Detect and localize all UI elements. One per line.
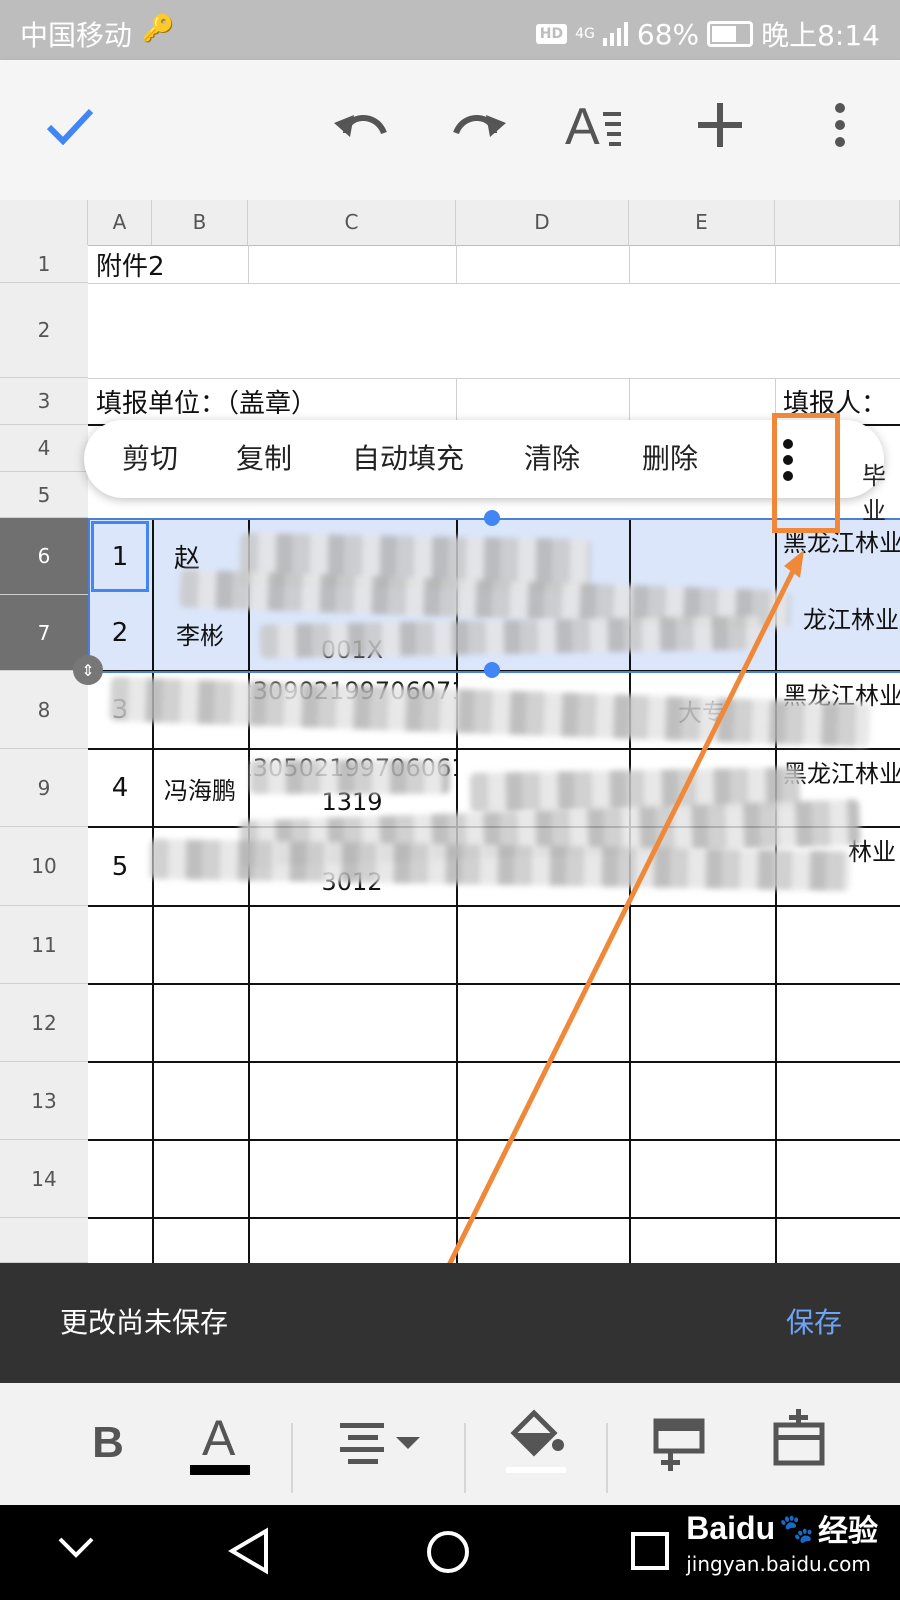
svg-text:A: A: [202, 1410, 236, 1466]
baidu-watermark: Baidu 🐾 经验 jingyan.baidu.com: [686, 1506, 878, 1577]
separator: [291, 1423, 293, 1493]
back-icon[interactable]: [226, 1527, 270, 1579]
insert-row-icon[interactable]: [652, 1405, 712, 1475]
snackbar: 更改尚未保存 保存: [0, 1263, 900, 1383]
snackbar-message: 更改尚未保存: [60, 1306, 229, 1339]
format-toolbar: B A: [0, 1383, 900, 1505]
align-dropdown-icon[interactable]: [338, 1413, 424, 1473]
paw-icon: 🐾: [779, 1512, 814, 1544]
separator: [606, 1423, 608, 1493]
recents-icon[interactable]: [630, 1531, 670, 1575]
chevron-down-icon[interactable]: [58, 1535, 94, 1563]
watermark-product: 经验: [818, 1515, 878, 1548]
bold-icon[interactable]: B: [78, 1403, 138, 1483]
save-button[interactable]: 保存: [786, 1301, 842, 1341]
fill-color-icon[interactable]: [504, 1403, 568, 1483]
home-icon[interactable]: [425, 1529, 471, 1579]
text-color-icon[interactable]: A: [188, 1403, 252, 1483]
separator: [464, 1423, 466, 1493]
watermark-brand: Baidu: [686, 1509, 776, 1546]
watermark-url: jingyan.baidu.com: [686, 1552, 871, 1576]
insert-column-icon[interactable]: [772, 1405, 832, 1475]
